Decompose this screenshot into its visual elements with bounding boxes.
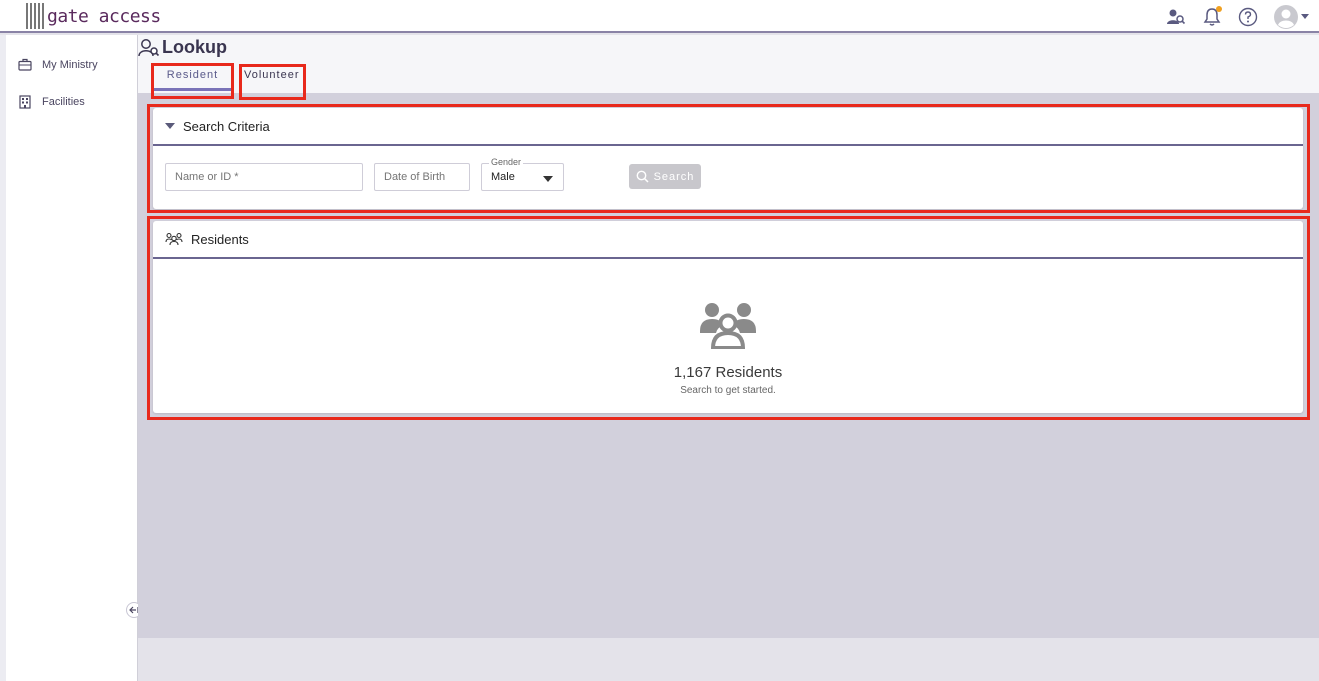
sidebar: My Ministry Facilities bbox=[6, 35, 138, 681]
top-bar: gate access bbox=[0, 0, 1319, 33]
logo-bars-icon bbox=[26, 3, 44, 29]
highlight-box-volunteer-tab bbox=[239, 64, 306, 100]
logo-text: gate access bbox=[47, 5, 161, 27]
notification-bell-icon[interactable] bbox=[1201, 6, 1223, 28]
sidebar-item-label: Facilities bbox=[42, 96, 85, 108]
building-icon bbox=[19, 95, 31, 109]
sidebar-item-my-ministry[interactable]: My Ministry bbox=[18, 58, 98, 71]
highlight-box-residents bbox=[147, 216, 1310, 420]
highlight-box-search-criteria bbox=[147, 104, 1310, 213]
help-icon[interactable] bbox=[1237, 6, 1259, 28]
user-menu[interactable] bbox=[1273, 4, 1309, 30]
highlight-box-resident-tab bbox=[151, 63, 234, 99]
page-header: Lookup Resident Volunteer bbox=[138, 35, 1319, 93]
page-title: Lookup bbox=[138, 37, 227, 58]
app-logo[interactable]: gate access bbox=[26, 2, 161, 30]
person-search-icon[interactable] bbox=[1165, 6, 1187, 28]
person-search-icon bbox=[138, 38, 160, 56]
notification-dot bbox=[1216, 6, 1222, 12]
chevron-down-icon bbox=[1301, 14, 1309, 19]
sidebar-item-label: My Ministry bbox=[42, 58, 98, 71]
sidebar-item-facilities[interactable]: Facilities bbox=[18, 95, 85, 109]
avatar bbox=[1274, 5, 1298, 29]
briefcase-icon bbox=[18, 58, 32, 71]
bottom-band bbox=[138, 638, 1319, 681]
page-title-text: Lookup bbox=[162, 37, 227, 57]
